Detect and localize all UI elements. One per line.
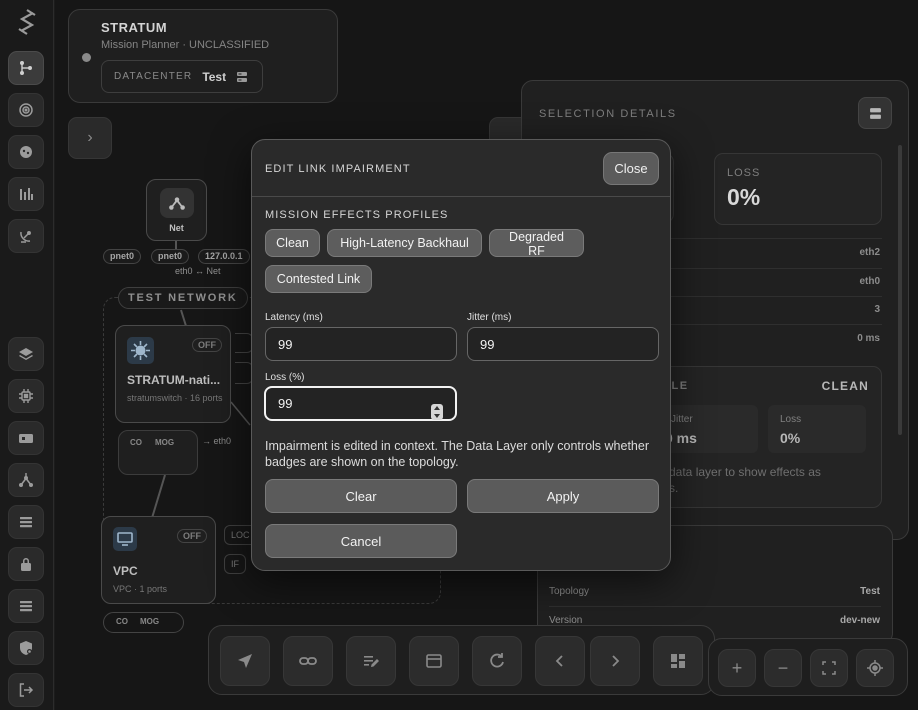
co-label: CO	[116, 617, 128, 626]
chevron-left-icon[interactable]	[535, 636, 585, 686]
logout-icon[interactable]	[8, 673, 44, 707]
shield-settings-icon[interactable]	[8, 631, 44, 665]
left-rail	[0, 0, 54, 710]
link-icon[interactable]	[283, 636, 333, 686]
loss-stat-label: LOSS	[727, 167, 761, 179]
jitter-input[interactable]	[467, 327, 659, 361]
profile-chip-degraded-rf[interactable]: Degraded RF	[489, 229, 584, 258]
chip-icon[interactable]	[8, 379, 44, 413]
vpc-subtitle: VPC · 1 ports	[113, 584, 168, 594]
monitor-icon	[113, 527, 137, 551]
mog-label: MOG	[155, 438, 175, 447]
navigate-icon[interactable]	[220, 636, 270, 686]
fit-view-icon[interactable]	[810, 649, 848, 687]
edge-label: eth0 ↔ Net	[175, 266, 221, 276]
info-label: Topology	[549, 586, 590, 597]
edit-link-impairment-dialog: EDIT LINK IMPAIRMENT Close MISSION EFFEC…	[251, 139, 671, 571]
loss-stat-value: 0%	[727, 184, 761, 210]
divider	[252, 196, 670, 197]
vpc-name: VPC	[113, 564, 138, 578]
topology-icon[interactable]	[8, 51, 44, 85]
net-node[interactable]: Net	[146, 179, 207, 241]
hub-icon	[160, 188, 194, 218]
edit-icon[interactable]	[346, 636, 396, 686]
zoom-controls: + −	[708, 638, 908, 696]
refresh-icon[interactable]	[472, 636, 522, 686]
chevron-right-icon[interactable]	[590, 636, 640, 686]
loss-label: Loss (%)	[265, 372, 305, 383]
interface-group[interactable]: CO MOG	[118, 430, 198, 475]
detail-row-value: 0 ms	[857, 333, 880, 344]
network-hub-icon[interactable]	[8, 463, 44, 497]
ticket-icon[interactable]	[8, 421, 44, 455]
clear-button[interactable]: Clear	[265, 479, 457, 513]
cancel-button[interactable]: Cancel	[265, 524, 457, 558]
scrollbar[interactable]	[898, 145, 902, 435]
switch-subtitle: stratumswitch · 16 ports	[127, 393, 223, 403]
profile-hint-line1: data layer to show effects as	[669, 465, 821, 479]
network-group-label[interactable]: TEST NETWORK	[118, 287, 248, 309]
profile-chip-clean[interactable]: Clean	[265, 229, 320, 257]
latency-label: Latency (ms)	[265, 312, 323, 323]
jitter-label: Jitter (ms)	[467, 312, 512, 323]
lock-icon[interactable]	[8, 547, 44, 581]
co-label: CO	[130, 438, 142, 447]
number-stepper-icon[interactable]	[431, 404, 443, 420]
loss-small-value: 0%	[780, 430, 801, 446]
interface-name: eth0	[213, 436, 232, 446]
partial-label: IF	[224, 554, 246, 574]
close-button[interactable]: Close	[603, 152, 659, 185]
layers-icon[interactable]	[8, 337, 44, 371]
selection-title: SELECTION DETAILS	[539, 108, 677, 120]
interface-label: → eth0	[202, 436, 232, 446]
detail-row-value: eth0	[859, 276, 880, 287]
vpc-node[interactable]: OFF VPC VPC · 1 ports	[101, 516, 216, 604]
profiles-label: MISSION EFFECTS PROFILES	[265, 209, 449, 221]
dashboard-icon[interactable]	[653, 636, 703, 686]
target-icon[interactable]	[8, 93, 44, 127]
apply-button[interactable]: Apply	[467, 479, 659, 513]
bottom-toolbar	[208, 625, 715, 695]
zoom-in-icon[interactable]: +	[718, 649, 756, 687]
profile-card: ILE CLEAN Jitter 0 ms Loss 0% data layer…	[652, 366, 882, 508]
impairment-hint: Impairment is edited in context. The Dat…	[265, 439, 649, 469]
profile-value: CLEAN	[821, 379, 869, 393]
server-toggle-button[interactable]	[858, 97, 892, 129]
satellite-dish-icon[interactable]	[8, 219, 44, 253]
switch-name: STRATUM-nati...	[127, 373, 221, 387]
detail-row-value: 3	[874, 304, 880, 315]
window-icon[interactable]	[409, 636, 459, 686]
net-node-label: Net	[169, 223, 184, 233]
power-state-badge: OFF	[192, 338, 222, 352]
port-pill[interactable]: pnet0	[103, 249, 142, 264]
mog-label: MOG	[140, 617, 160, 626]
detail-row-value: eth2	[859, 247, 880, 258]
stratum-logo-icon	[18, 9, 36, 35]
loss-input[interactable]	[264, 386, 457, 421]
loss-small-label: Loss	[780, 414, 802, 425]
locate-icon[interactable]	[856, 649, 894, 687]
brain-icon[interactable]	[8, 135, 44, 169]
jitter-stat-label: Jitter	[671, 414, 693, 425]
zoom-out-icon[interactable]: −	[764, 649, 802, 687]
signal-bars-icon[interactable]	[8, 177, 44, 211]
dialog-title: EDIT LINK IMPAIRMENT	[265, 163, 411, 175]
switch-node[interactable]: OFF STRATUM-nati... stratumswitch · 16 p…	[115, 325, 231, 423]
info-value: Test	[860, 586, 880, 597]
list-icon[interactable]	[8, 505, 44, 539]
loss-stat-card: LOSS 0%	[714, 153, 882, 225]
switch-icon	[127, 337, 154, 364]
info-value: dev-new	[839, 615, 880, 626]
vpc-interface-pills[interactable]: CO MOG	[103, 612, 184, 633]
server-list-icon[interactable]	[8, 589, 44, 623]
latency-input[interactable]	[265, 327, 457, 361]
profile-chip-high-latency[interactable]: High-Latency Backhaul	[327, 229, 482, 257]
server-icon	[870, 108, 881, 119]
profile-chip-contested-link[interactable]: Contested Link	[265, 265, 372, 293]
ip-pill[interactable]: 127.0.0.1	[198, 249, 250, 264]
power-state-badge: OFF	[177, 529, 207, 543]
port-pill[interactable]: pnet0	[151, 249, 190, 264]
